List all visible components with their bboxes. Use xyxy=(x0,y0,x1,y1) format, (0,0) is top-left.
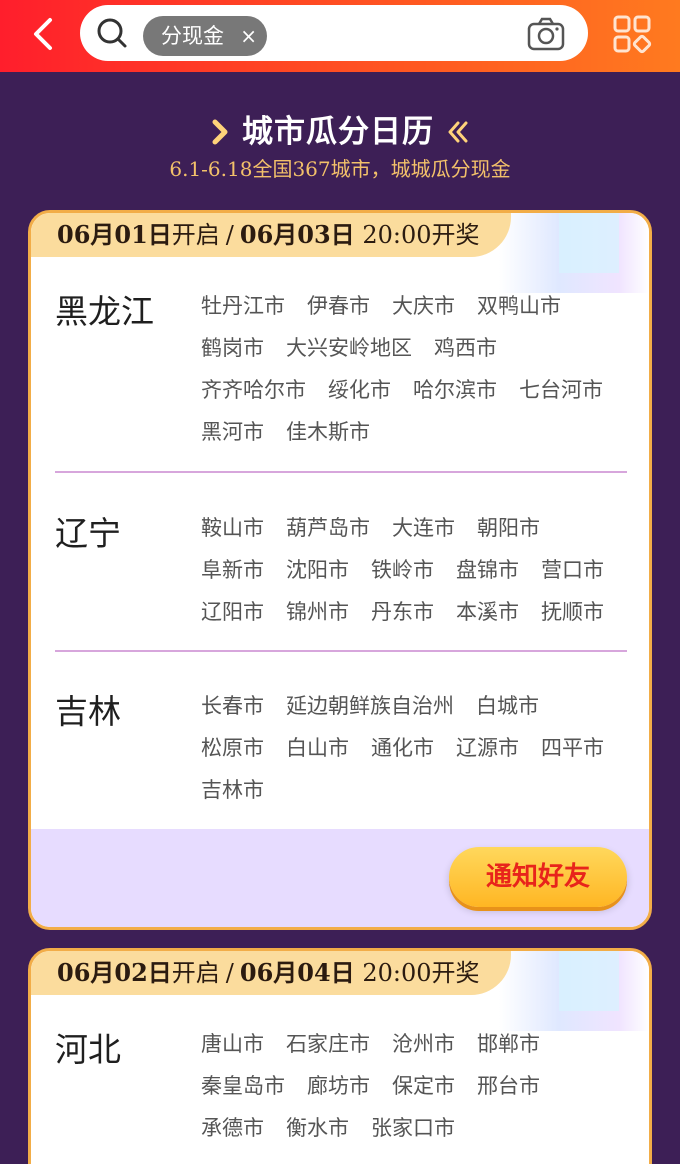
city-item: 四平市 xyxy=(541,736,604,760)
city-item: 营口市 xyxy=(541,558,604,582)
start-label: 开启 xyxy=(171,221,220,249)
city-item: 大连市 xyxy=(392,516,455,540)
city-item: 长春市 xyxy=(201,694,264,718)
back-button[interactable] xyxy=(22,12,66,56)
city-item: 朝阳市 xyxy=(477,516,540,540)
city-item: 保定市 xyxy=(392,1074,455,1098)
city-list: 鞍山市 葫芦岛市 大连市 朝阳市阜新市 沈阳市 铁岭市 盘锦市 营口市辽阳市 锦州市 丹东市 本溪市… xyxy=(201,513,631,639)
calendar-title: 城市瓜分日历 xyxy=(0,106,680,151)
city-list: 牡丹江市 伊春市 大庆市 双鸭山市鹤岗市 大兴安岭地区 鸡西市齐齐哈尔市 绥化市 哈尔滨市 七台… xyxy=(201,291,631,459)
city-item: 葫芦岛市 xyxy=(286,516,370,540)
city-item: 廊坊市 xyxy=(307,1074,370,1098)
chevron-left-icon xyxy=(34,18,52,50)
region-divider xyxy=(55,650,627,652)
city-card: 06月01日开启/06月03日 20:00开奖 黑龙江 牡丹江市 伊春市 大庆市 双鸭… xyxy=(28,210,652,930)
city-item: 佳木斯市 xyxy=(286,420,370,444)
city-item: 石家庄市 xyxy=(286,1032,370,1056)
start-date: 06月01日 xyxy=(57,220,172,249)
city-item: 张家口市 xyxy=(371,1116,455,1140)
city-item: 哈尔滨市 xyxy=(413,378,497,402)
start-label: 开启 xyxy=(171,959,220,987)
search-tag[interactable]: 分现金 × xyxy=(143,16,267,56)
city-item: 七台河市 xyxy=(519,378,603,402)
province-name: 河北 xyxy=(55,1030,121,1069)
city-item: 齐齐哈尔市 xyxy=(201,378,306,402)
separator: / xyxy=(225,959,234,987)
province-name: 吉林 xyxy=(55,692,121,731)
draw-date: 06月03日 xyxy=(239,220,355,249)
tag-close-icon[interactable]: × xyxy=(240,16,257,56)
city-item: 黑河市 xyxy=(201,420,264,444)
draw-time: 20:00开奖 xyxy=(362,959,480,987)
draw-date: 06月04日 xyxy=(239,958,355,987)
city-item: 大庆市 xyxy=(392,294,455,318)
city-item: 沈阳市 xyxy=(286,558,349,582)
city-item: 通化市 xyxy=(371,736,434,760)
double-chevron-left-icon xyxy=(448,121,468,143)
city-item: 沧州市 xyxy=(392,1032,455,1056)
city-item: 吉林市 xyxy=(201,778,264,802)
city-item: 唐山市 xyxy=(201,1032,264,1056)
city-item: 盘锦市 xyxy=(456,558,519,582)
draw-time: 20:00开奖 xyxy=(362,221,480,249)
city-item: 邯郸市 xyxy=(477,1032,540,1056)
city-item: 锦州市 xyxy=(286,600,349,624)
camera-icon[interactable] xyxy=(526,16,566,52)
city-item: 大兴安岭地区 xyxy=(286,336,412,360)
grid-menu-icon[interactable] xyxy=(612,14,652,54)
city-item: 白山市 xyxy=(286,736,349,760)
city-item: 鸡西市 xyxy=(434,336,497,360)
city-item: 辽源市 xyxy=(456,736,519,760)
calendar-title-text: 城市瓜分日历 xyxy=(242,114,434,150)
city-item: 松原市 xyxy=(201,736,264,760)
notify-friends-button[interactable]: 通知好友 xyxy=(449,847,627,907)
pixel-decoration xyxy=(499,213,649,293)
city-item: 邢台市 xyxy=(477,1074,540,1098)
city-item: 衡水市 xyxy=(286,1116,349,1140)
city-card: 06月02日开启/06月04日 20:00开奖 河北 唐山市 石家庄市 沧州市 邯郸市… xyxy=(28,948,652,1164)
city-item: 阜新市 xyxy=(201,558,264,582)
pixel-decoration xyxy=(499,951,649,1031)
city-item: 秦皇岛市 xyxy=(201,1074,285,1098)
city-item: 铁岭市 xyxy=(371,558,434,582)
city-list: 长春市 延边朝鲜族自治州 白城市松原市 白山市 通化市 辽源市 四平市吉林市 xyxy=(201,691,631,817)
city-item: 承德市 xyxy=(201,1116,264,1140)
province-name: 黑龙江 xyxy=(55,292,154,331)
city-list: 唐山市 石家庄市 沧州市 邯郸市秦皇岛市 廊坊市 保定市 邢台市承德市 衡水市 张家口市 xyxy=(201,1029,631,1155)
region-divider xyxy=(55,471,627,473)
city-item: 抚顺市 xyxy=(541,600,604,624)
search-icon xyxy=(97,18,127,48)
card-schedule: 06月02日开启/06月04日 20:00开奖 xyxy=(31,951,511,995)
search-tag-label: 分现金 xyxy=(161,24,224,48)
calendar-subtitle: 6.1-6.18全国367城市，城城瓜分现金 xyxy=(169,157,511,181)
city-item: 牡丹江市 xyxy=(201,294,285,318)
city-item: 鹤岗市 xyxy=(201,336,264,360)
card-schedule: 06月01日开启/06月03日 20:00开奖 xyxy=(31,213,511,257)
city-item: 鞍山市 xyxy=(201,516,264,540)
city-item: 辽阳市 xyxy=(201,600,264,624)
start-date: 06月02日 xyxy=(57,958,172,987)
search-box[interactable]: 分现金 × xyxy=(80,5,588,61)
city-item: 绥化市 xyxy=(328,378,391,402)
separator: / xyxy=(225,221,234,249)
city-item: 延边朝鲜族自治州 xyxy=(286,694,454,718)
city-item: 本溪市 xyxy=(456,600,519,624)
card-footer: 通知好友 xyxy=(31,829,649,927)
city-item: 伊春市 xyxy=(307,294,370,318)
province-name: 辽宁 xyxy=(55,514,121,553)
chevron-right-icon xyxy=(212,119,228,145)
city-item: 丹东市 xyxy=(371,600,434,624)
city-item: 双鸭山市 xyxy=(477,294,561,318)
city-item: 白城市 xyxy=(476,694,539,718)
top-bar: 分现金 × xyxy=(0,0,680,72)
